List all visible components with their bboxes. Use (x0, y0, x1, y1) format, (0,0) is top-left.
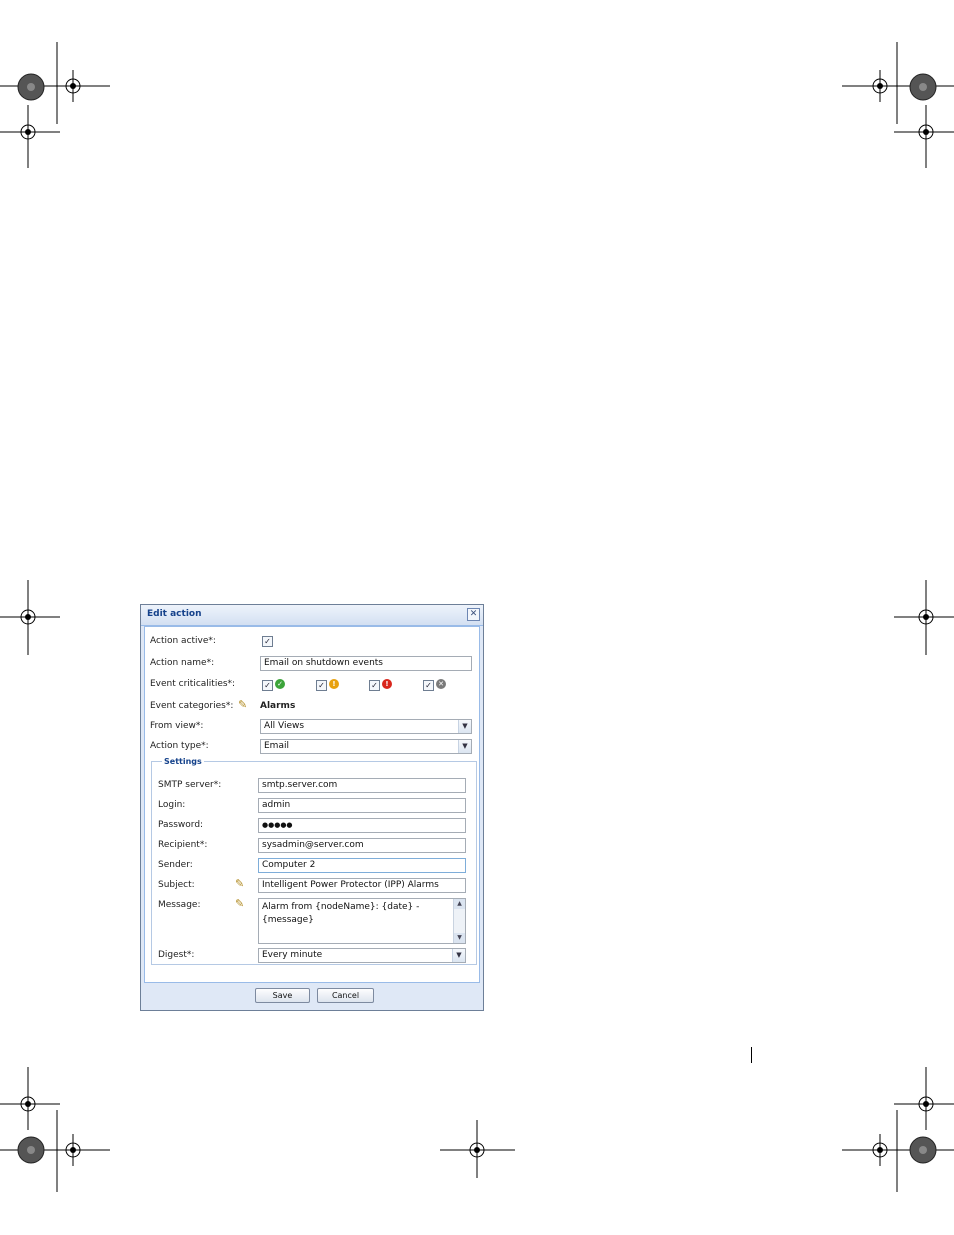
subject-label: Subject: (158, 880, 195, 890)
event-categories-label: Event categories*: (150, 701, 234, 711)
recipient-label: Recipient*: (158, 840, 208, 850)
smtp-server-label: SMTP server*: (158, 780, 222, 790)
settings-legend: Settings (164, 757, 202, 766)
from-view-value: All Views (264, 721, 305, 731)
recipient-input[interactable]: sysadmin@server.com (258, 838, 466, 853)
scroll-up-icon[interactable]: ▲ (454, 899, 465, 909)
action-active-label: Action active*: (150, 636, 216, 646)
action-type-select[interactable]: Email ▼ (260, 739, 472, 754)
unknown-icon: ✕ (436, 679, 446, 689)
warning-icon: ! (329, 679, 339, 689)
dialog-body: Action active*: ✓ Action name*: Email on… (144, 626, 480, 983)
password-label: Password: (158, 820, 204, 830)
page-divider (751, 1047, 752, 1063)
edit-subject-pencil-icon[interactable]: ✎ (235, 877, 244, 890)
action-name-input[interactable]: Email on shutdown events (260, 656, 472, 671)
event-criticalities-label: Event criticalities*: (150, 679, 236, 689)
edit-categories-pencil-icon[interactable]: ✎ (238, 698, 247, 711)
ok-icon: ✓ (275, 679, 285, 689)
criticality-ok-checkbox[interactable]: ✓ (262, 680, 273, 691)
dialog-title: Edit action (147, 609, 202, 619)
critical-icon: ! (382, 679, 392, 689)
scroll-down-icon[interactable]: ▼ (454, 933, 465, 943)
message-text: Alarm from {nodeName}: {date} - {message… (262, 902, 420, 925)
message-textarea[interactable]: Alarm from {nodeName}: {date} - {message… (258, 898, 466, 944)
dialog-titlebar[interactable]: Edit action ✕ (141, 605, 483, 626)
event-categories-value: Alarms (260, 701, 296, 711)
settings-fieldset: Settings SMTP server*: smtp.server.com L… (151, 757, 477, 965)
digest-select[interactable]: Every minute ▼ (258, 948, 466, 963)
close-button[interactable]: ✕ (467, 608, 480, 621)
smtp-server-input[interactable]: smtp.server.com (258, 778, 466, 793)
criticality-unknown-checkbox[interactable]: ✓ (423, 680, 434, 691)
chevron-down-icon[interactable]: ▼ (458, 740, 471, 753)
chevron-down-icon[interactable]: ▼ (458, 720, 471, 733)
criticality-critical-checkbox[interactable]: ✓ (369, 680, 380, 691)
action-active-checkbox[interactable]: ✓ (262, 636, 273, 647)
edit-action-dialog: Edit action ✕ Action active*: ✓ Action n… (140, 604, 484, 1011)
action-type-label: Action type*: (150, 741, 209, 751)
digest-value: Every minute (262, 950, 323, 960)
subject-input[interactable]: Intelligent Power Protector (IPP) Alarms (258, 878, 466, 893)
message-label: Message: (158, 900, 201, 910)
login-label: Login: (158, 800, 186, 810)
edit-message-pencil-icon[interactable]: ✎ (235, 897, 244, 910)
from-view-label: From view*: (150, 721, 204, 731)
digest-label: Digest*: (158, 950, 195, 960)
sender-input[interactable]: Computer 2 (258, 858, 466, 873)
action-type-value: Email (264, 741, 289, 751)
login-input[interactable]: admin (258, 798, 466, 813)
dialog-footer: Save Cancel (141, 980, 483, 1010)
password-input[interactable]: ●●●●● (258, 818, 466, 833)
from-view-select[interactable]: All Views ▼ (260, 719, 472, 734)
action-name-label: Action name*: (150, 658, 215, 668)
save-button[interactable]: Save (255, 988, 310, 1003)
cancel-button[interactable]: Cancel (317, 988, 374, 1003)
chevron-down-icon[interactable]: ▼ (452, 949, 465, 962)
criticality-warning-checkbox[interactable]: ✓ (316, 680, 327, 691)
sender-label: Sender: (158, 860, 193, 870)
message-scrollbar[interactable]: ▲ ▼ (453, 899, 465, 943)
